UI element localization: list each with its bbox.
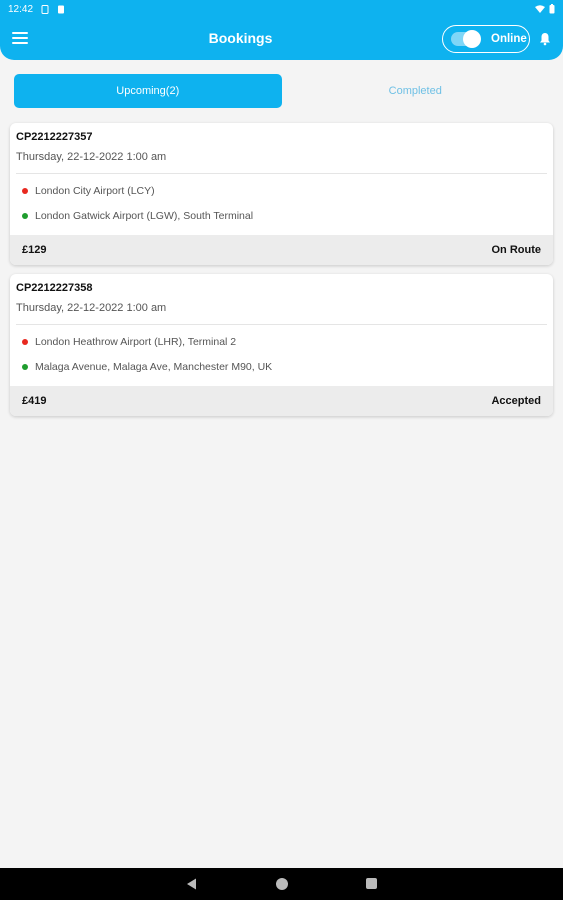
tab-completed[interactable]: Completed (282, 74, 550, 108)
dropoff-location: London Gatwick Airport (LGW), South Term… (22, 210, 253, 222)
booking-card[interactable]: CP2212227358 Thursday, 22-12-2022 1:00 a… (10, 274, 553, 416)
system-nav-bar (0, 868, 563, 900)
recents-icon[interactable] (366, 878, 377, 889)
pickup-text: London Heathrow Airport (LHR), Terminal … (35, 336, 237, 348)
sim-icon (58, 5, 65, 13)
pickup-text: London City Airport (LCY) (35, 185, 155, 197)
pickup-location: London Heathrow Airport (LHR), Terminal … (22, 336, 236, 348)
pickup-dot-icon (22, 339, 28, 345)
online-label: Online (491, 33, 527, 45)
toolbar: Bookings Online (0, 22, 563, 56)
home-icon[interactable] (276, 878, 288, 890)
dropoff-dot-icon (22, 364, 28, 370)
online-toggle[interactable]: Online (442, 25, 530, 53)
booking-id: CP2212227357 (16, 131, 93, 143)
pickup-location: London City Airport (LCY) (22, 185, 155, 197)
app-bar: 12:42 Bookings Online (0, 0, 563, 60)
pickup-dot-icon (22, 188, 28, 194)
toggle-switch[interactable] (451, 30, 481, 48)
booking-date: Thursday, 22-12-2022 1:00 am (16, 151, 167, 163)
status-bar: 12:42 (0, 0, 563, 18)
booking-price: £419 (22, 395, 47, 407)
booking-status: Accepted (491, 395, 541, 407)
booking-price: £129 (22, 244, 47, 256)
status-time: 12:42 (8, 3, 34, 15)
divider (16, 173, 547, 174)
booking-tabs: Upcoming(2) Completed (14, 74, 549, 108)
back-icon[interactable] (186, 878, 198, 890)
dropoff-location: Malaga Avenue, Malaga Ave, Manchester M9… (22, 361, 272, 373)
divider (16, 324, 547, 325)
booking-id: CP2212227358 (16, 282, 93, 294)
bell-icon[interactable] (538, 32, 552, 46)
dropoff-dot-icon (22, 213, 28, 219)
booking-status: On Route (491, 244, 542, 256)
card-footer: £129 On Route (10, 235, 553, 265)
notification-icon (41, 4, 49, 14)
card-footer: £419 Accepted (10, 386, 553, 416)
dropoff-text: London Gatwick Airport (LGW), South Term… (35, 210, 254, 222)
booking-card[interactable]: CP2212227357 Thursday, 22-12-2022 1:00 a… (10, 123, 553, 265)
booking-date: Thursday, 22-12-2022 1:00 am (16, 302, 167, 314)
wifi-icon (535, 4, 545, 13)
tab-upcoming[interactable]: Upcoming(2) (14, 74, 282, 108)
page-title: Bookings (208, 30, 273, 46)
dropoff-text: Malaga Avenue, Malaga Ave, Manchester M9… (35, 361, 273, 373)
battery-icon (549, 4, 555, 14)
